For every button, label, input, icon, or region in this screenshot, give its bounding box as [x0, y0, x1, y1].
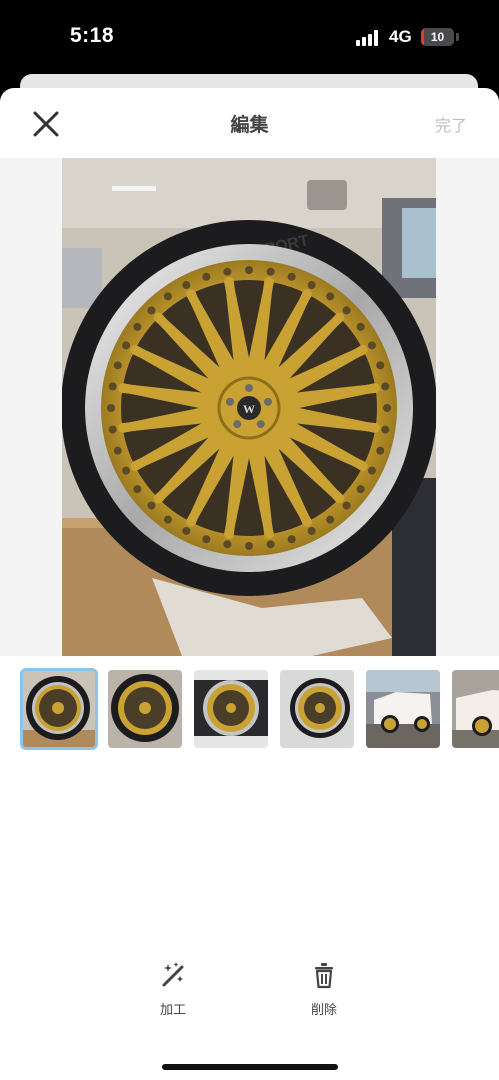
thumbnail-5[interactable]: [366, 670, 440, 748]
page-title: 編集: [230, 115, 269, 136]
delete-label: 削除: [310, 1002, 337, 1017]
thumbnail-strip: [0, 668, 499, 750]
done-button[interactable]: 完了: [435, 112, 467, 136]
thumbnail-2[interactable]: [108, 670, 182, 748]
status-bar: 5:18 4G 10: [0, 0, 499, 76]
delete-button[interactable]: 削除: [294, 960, 354, 1018]
magic-wand-icon: [162, 962, 184, 987]
thumbnail-4[interactable]: [280, 670, 354, 748]
nav-bar: 編集 完了: [0, 88, 499, 158]
trash-icon: [315, 963, 333, 989]
battery-icon: 10: [421, 28, 454, 46]
photo-preview[interactable]: BOUNDS SPORT W: [62, 158, 436, 656]
status-time: 5:18: [70, 24, 115, 47]
battery-level: 10: [430, 30, 445, 44]
edit-sheet: 編集 完了 W 加工 削除: [0, 88, 499, 1080]
battery-cap: [456, 33, 459, 41]
network-type: 4G: [389, 27, 412, 46]
edit-tool-button[interactable]: 加工: [143, 960, 203, 1018]
edit-tool-label: 加工: [159, 1002, 186, 1017]
wheel-photo: BOUNDS SPORT W: [62, 158, 436, 656]
signal-icon: [356, 30, 382, 46]
thumbnail-6[interactable]: [452, 670, 499, 748]
svg-text:W: W: [243, 402, 255, 416]
thumbnail-1[interactable]: [20, 668, 98, 750]
home-indicator[interactable]: [162, 1064, 338, 1070]
photo-preview-area: BOUNDS SPORT W: [0, 158, 499, 656]
thumbnail-3[interactable]: [194, 670, 268, 748]
